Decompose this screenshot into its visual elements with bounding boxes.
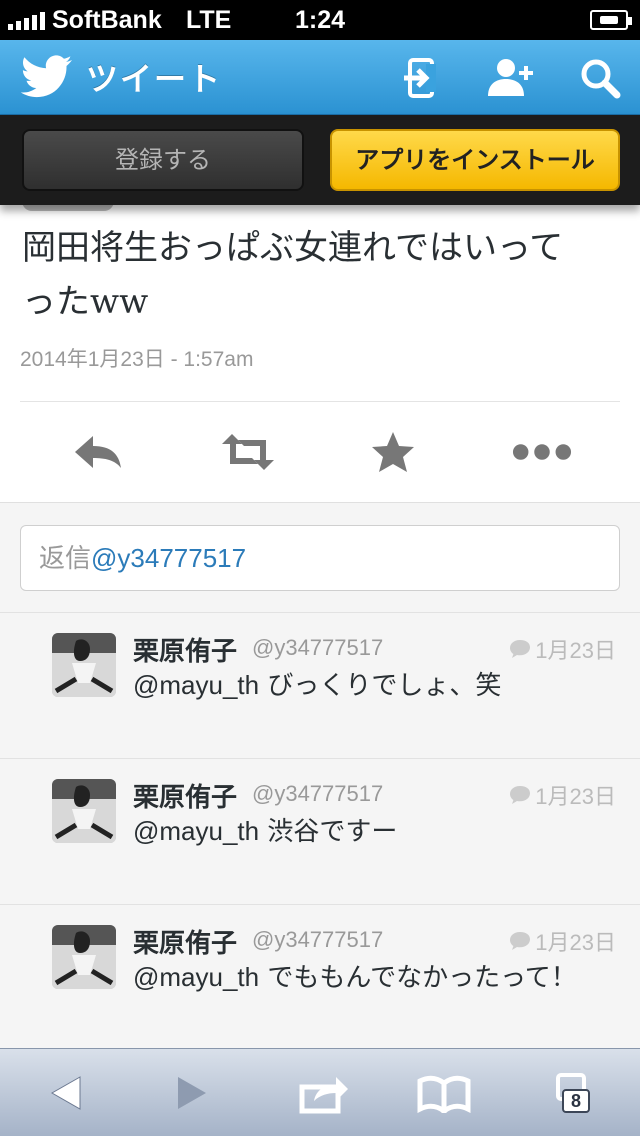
browser-toolbar: 8 <box>0 1048 640 1136</box>
share-button[interactable] <box>294 1067 354 1119</box>
tweet-text-line: 岡田将生おっぱぶ女連れではいって <box>22 228 564 268</box>
conversation-icon <box>510 786 531 804</box>
reply-text: @mayu_th びっくりでしょ、笑 <box>133 665 501 702</box>
reply-input[interactable]: 返信@y34777517 <box>20 525 620 591</box>
more-button[interactable] <box>512 427 572 477</box>
clock: 1:24 <box>294 6 346 34</box>
reply-time-text: 1月23日 <box>535 638 616 663</box>
reply-handle: @y34777517 <box>91 543 247 573</box>
reply-time-text: 1月23日 <box>535 930 616 955</box>
reply-text: @mayu_th でももんでなかったって！ <box>133 957 577 994</box>
reply-mention[interactable]: @mayu_th <box>133 670 259 700</box>
reply-button[interactable] <box>68 427 128 477</box>
reply-area: 返信@y34777517 <box>0 503 640 613</box>
bookmarks-icon <box>417 1075 471 1113</box>
reply-time: 1月23日 <box>509 633 616 665</box>
app-install-banner: 登録する アプリをインストール <box>0 115 640 205</box>
tweet-detail: 岡田将生おっぱぶ女連れではいって ったww 2014年1月23日 - 1:57a… <box>0 195 640 503</box>
more-icon <box>512 444 572 460</box>
reply-text: @mayu_th 渋谷ですー <box>133 811 397 848</box>
forward-button[interactable] <box>162 1067 222 1119</box>
avatar[interactable] <box>52 633 116 697</box>
page-title: ツイート <box>86 60 223 98</box>
retweet-button[interactable] <box>218 427 278 477</box>
app-header: ツイート <box>0 40 640 115</box>
divider <box>20 401 620 402</box>
reply-mention[interactable]: @mayu_th <box>133 816 259 846</box>
tweet-date: 2014年1月23日 - 1:57am <box>20 348 254 371</box>
reply-time-text: 1月23日 <box>535 784 616 809</box>
back-button[interactable] <box>36 1067 96 1119</box>
reply-author-name[interactable]: 栗原侑子 <box>133 631 237 668</box>
forward-icon <box>178 1077 206 1109</box>
reply-author-handle[interactable]: @y34777517 <box>252 927 383 953</box>
conversation-icon <box>510 932 531 950</box>
install-app-button[interactable]: アプリをインストール <box>330 129 620 191</box>
conversation-icon <box>510 640 531 658</box>
status-bar: SoftBank LTE 1:24 <box>0 0 640 40</box>
reply-mention[interactable]: @mayu_th <box>133 962 259 992</box>
reply-item[interactable]: 栗原侑子 @y34777517 1月23日 @mayu_th でももんでなかった… <box>0 905 640 1051</box>
bookmarks-button[interactable] <box>414 1067 474 1119</box>
tweet-text: 岡田将生おっぱぶ女連れではいって ったww <box>22 221 622 329</box>
reply-item[interactable]: 栗原侑子 @y34777517 1月23日 @mayu_th 渋谷ですー <box>0 759 640 905</box>
reply-icon <box>75 436 121 468</box>
add-user-icon[interactable] <box>486 54 536 102</box>
reply-author-name[interactable]: 栗原侑子 <box>133 777 237 814</box>
reply-item[interactable]: 栗原侑子 @y34777517 1月23日 @mayu_th びっくりでしょ、笑 <box>0 613 640 759</box>
twitter-bird-icon[interactable] <box>18 54 74 100</box>
tweet-text-line: ったww <box>22 282 149 322</box>
reply-time: 1月23日 <box>509 925 616 957</box>
battery-charging-icon <box>590 10 632 30</box>
tab-count[interactable]: 8 <box>562 1089 590 1113</box>
share-icon <box>299 1077 348 1114</box>
reply-time: 1月23日 <box>509 779 616 811</box>
avatar[interactable] <box>52 779 116 843</box>
search-icon[interactable] <box>576 54 626 102</box>
favorite-icon <box>372 432 414 472</box>
sign-in-icon[interactable] <box>396 54 446 102</box>
reply-author-handle[interactable]: @y34777517 <box>252 635 383 661</box>
retweet-icon <box>222 434 274 470</box>
reply-prefix: 返信 <box>39 543 92 573</box>
reply-message: 渋谷ですー <box>267 817 398 847</box>
reply-author-handle[interactable]: @y34777517 <box>252 781 383 807</box>
reply-message: びっくりでしょ、笑 <box>267 671 502 701</box>
back-icon <box>50 1076 81 1110</box>
favorite-button[interactable] <box>363 427 423 477</box>
reply-author-name[interactable]: 栗原侑子 <box>133 923 237 960</box>
reply-message: でももんでなかったって！ <box>267 963 577 993</box>
register-button[interactable]: 登録する <box>22 129 304 191</box>
avatar[interactable] <box>52 925 116 989</box>
